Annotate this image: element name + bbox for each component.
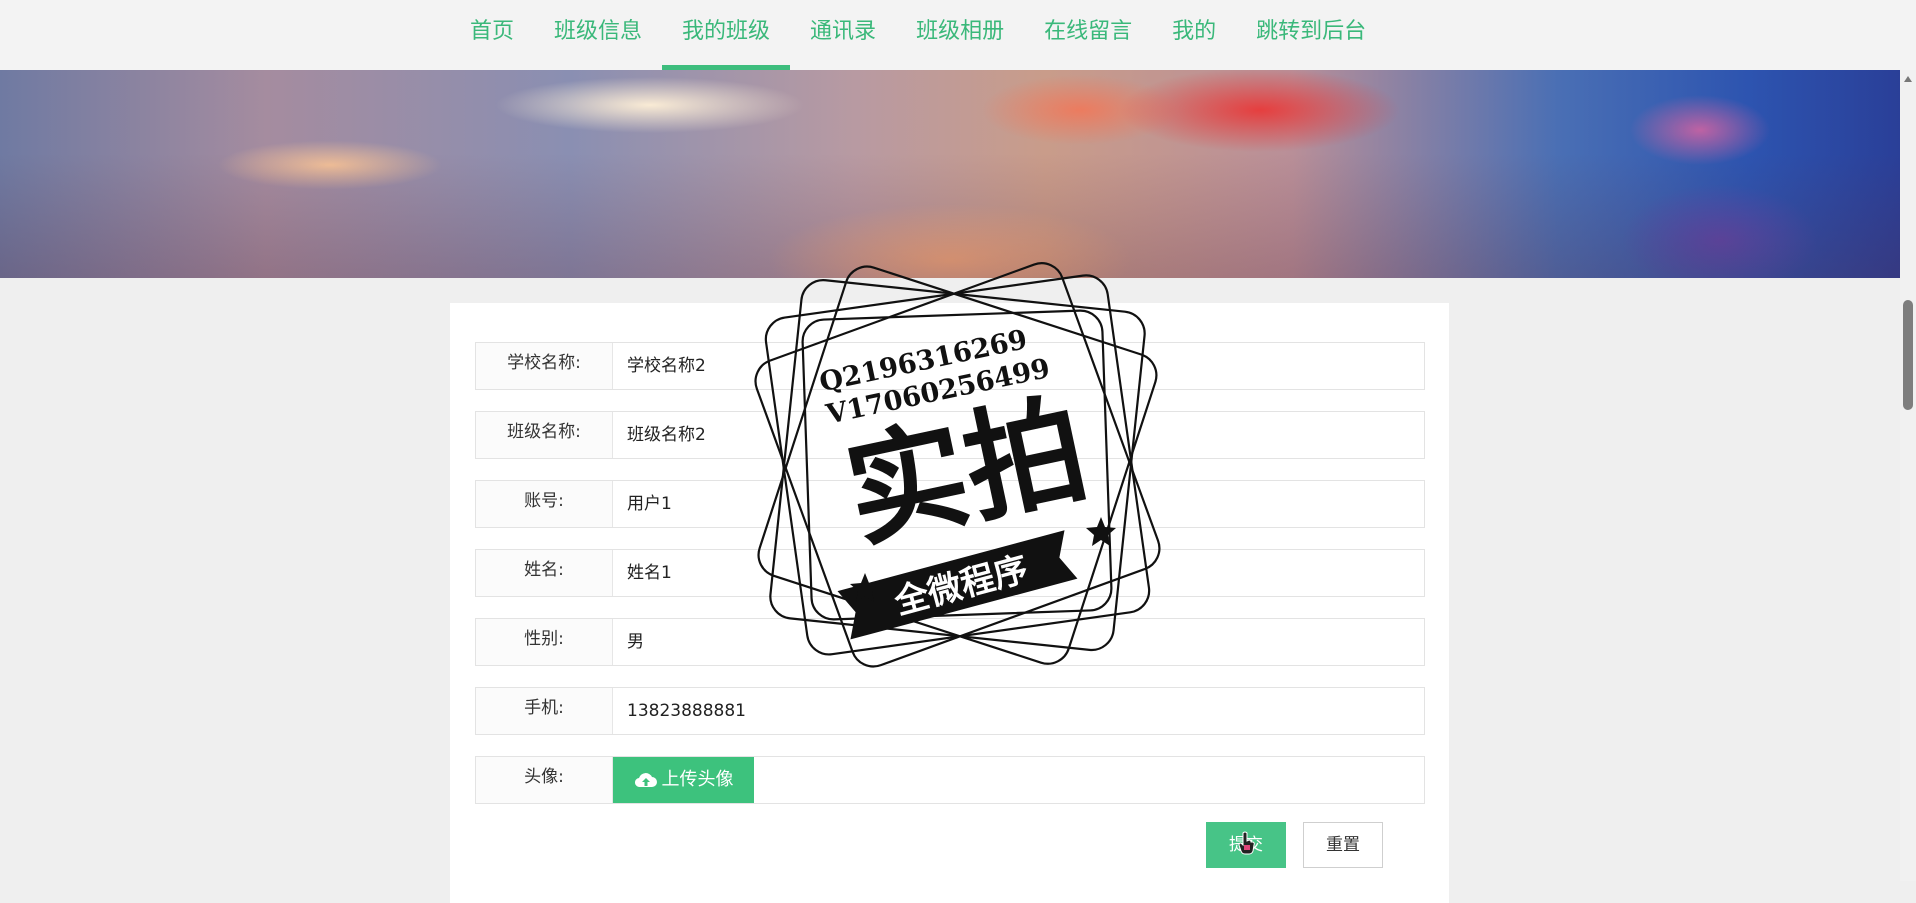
nav-item-class-album[interactable]: 班级相册 [896,0,1024,70]
account-label: 账号: [476,481,613,527]
top-navbar: 首页 班级信息 我的班级 通讯录 班级相册 在线留言 我的 跳转到后台 [0,0,1916,70]
watermark-ribbon-text: 全微程序 [890,549,1033,623]
nav-item-my-class[interactable]: 我的班级 [662,0,791,70]
hand-pointer-cursor-icon [1238,831,1255,855]
nav-item-mine[interactable]: 我的 [1152,0,1236,70]
nav-item-contacts[interactable]: 通讯录 [790,0,896,70]
phone-input[interactable]: 13823888881 [613,688,1424,734]
school-name-label: 学校名称: [476,343,613,389]
cloud-upload-icon [634,773,657,788]
nav-item-admin[interactable]: 跳转到后台 [1236,0,1386,70]
class-name-label: 班级名称: [476,412,613,458]
name-label: 姓名: [476,550,613,596]
phone-label: 手机: [476,688,613,734]
phone-row: 手机: 13823888881 [475,687,1425,735]
nav-item-messages[interactable]: 在线留言 [1024,0,1152,70]
gender-label: 性别: [476,619,613,665]
upload-avatar-button[interactable]: 上传头像 [613,757,754,803]
nav-item-home[interactable]: 首页 [450,0,534,70]
upload-avatar-label: 上传头像 [661,769,734,790]
nav-item-class-info[interactable]: 班级信息 [534,0,662,70]
scroll-up-arrow-icon[interactable] [1904,76,1912,82]
page-scrollbar[interactable] [1900,70,1916,881]
watermark-stamp: Q2196316269 V17060256499 实拍 全微程序 [745,255,1170,675]
reset-button[interactable]: 重置 [1303,822,1383,868]
scroll-thumb[interactable] [1903,300,1913,410]
avatar-label: 头像: [476,757,613,803]
nav-menu: 首页 班级信息 我的班级 通讯录 班级相册 在线留言 我的 跳转到后台 [450,0,1386,70]
sky-banner-image [0,70,1900,278]
avatar-row: 头像: 上传头像 [475,756,1425,804]
